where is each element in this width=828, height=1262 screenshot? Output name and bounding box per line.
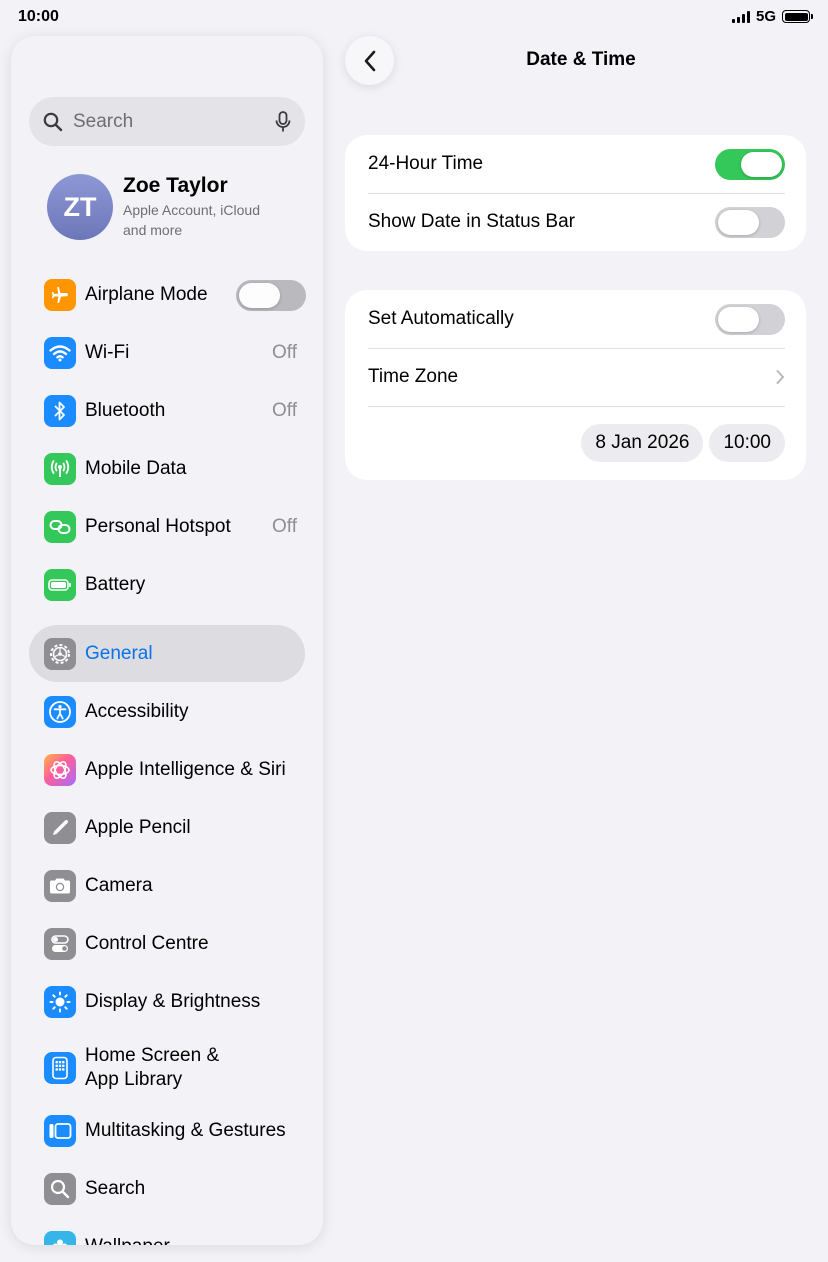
antenna-icon — [44, 453, 76, 485]
sidebar-item-label: Accessibility — [85, 701, 189, 722]
sidebar-item-apple-pencil[interactable]: Apple Pencil — [44, 803, 306, 853]
home-screen-icon — [44, 1052, 76, 1084]
avatar: ZT — [47, 174, 113, 240]
sidebar-item-label: Apple Intelligence & Siri — [85, 759, 286, 780]
search-placeholder: Search — [73, 110, 134, 132]
sidebar-item-multitasking-gestures[interactable]: Multitasking & Gestures — [44, 1106, 306, 1156]
sidebar-item-display-brightness[interactable]: Display & Brightness — [44, 977, 306, 1027]
gear-icon — [44, 638, 76, 670]
24-hour-time-toggle[interactable] — [715, 148, 785, 180]
sidebar-item-airplane-mode[interactable]: Airplane Mode — [44, 270, 306, 320]
settings-sidebar: Search ZT Zoe Taylor Apple Account, iClo… — [11, 36, 323, 1245]
row-label: Show Date in Status Bar — [368, 211, 575, 232]
battery-status-icon — [782, 10, 813, 23]
airplane-mode-toggle[interactable] — [236, 279, 306, 311]
row-label: Set Automatically — [368, 308, 514, 329]
sidebar-item-label: General — [85, 643, 153, 664]
sidebar-item-personal-hotspot[interactable]: Personal Hotspot Off — [44, 502, 306, 552]
hotspot-status-value: Off — [272, 516, 297, 537]
sidebar-item-label: Personal Hotspot — [85, 516, 231, 537]
row-show-date-status-bar: Show Date in Status Bar — [345, 193, 806, 251]
cellular-signal-icon — [731, 10, 750, 23]
toggles-icon — [44, 928, 76, 960]
sidebar-item-camera[interactable]: Camera — [44, 861, 306, 911]
battery-icon — [44, 569, 76, 601]
sidebar-item-label: Wallpaper — [85, 1235, 306, 1245]
accessibility-icon — [44, 696, 76, 728]
sidebar-item-label: Apple Pencil — [85, 817, 191, 838]
sun-icon — [44, 986, 76, 1018]
wifi-status-value: Off — [272, 342, 297, 363]
sidebar-item-label: Search — [85, 1178, 146, 1199]
sidebar-item-label: Mobile Data — [85, 458, 187, 479]
row-set-automatically: Set Automatically — [345, 290, 806, 348]
search-icon — [44, 1173, 76, 1205]
time-format-group: 24-Hour Time Show Date in Status Bar — [345, 135, 806, 251]
row-date-time-pickers: 8 Jan 2026 10:00 — [345, 406, 806, 480]
sidebar-item-label: Battery — [85, 574, 146, 595]
show-date-status-bar-toggle[interactable] — [715, 206, 785, 238]
bluetooth-status-value: Off — [272, 400, 297, 421]
time-picker-button[interactable]: 10:00 — [709, 424, 785, 462]
sidebar-item-label-line2: App Library — [85, 1069, 183, 1090]
camera-icon — [44, 870, 76, 902]
sidebar-item-wifi[interactable]: Wi-Fi Off — [44, 328, 306, 378]
set-automatically-toggle[interactable] — [715, 303, 785, 335]
sidebar-item-apple-intelligence-siri[interactable]: Apple Intelligence & Siri — [44, 745, 306, 795]
bluetooth-icon — [44, 395, 76, 427]
row-label: Time Zone — [368, 366, 459, 387]
sidebar-item-label: Airplane Mode — [85, 284, 208, 305]
wifi-icon — [44, 337, 76, 369]
sidebar-item-mobile-data[interactable]: Mobile Data — [44, 444, 306, 494]
sidebar-item-accessibility[interactable]: Accessibility — [44, 687, 306, 737]
sidebar-item-label: Display & Brightness — [85, 991, 261, 1012]
magnifier-icon — [43, 112, 63, 131]
account-profile[interactable]: ZT Zoe Taylor Apple Account, iCloud and … — [47, 174, 283, 240]
row-label: 24-Hour Time — [368, 153, 484, 174]
wallpaper-icon — [44, 1231, 76, 1245]
status-time: 10:00 — [18, 8, 59, 25]
row-time-zone[interactable]: Time Zone — [345, 348, 806, 406]
sidebar-item-label: Home Screen & App Library — [85, 1044, 306, 1092]
sidebar-item-label: Camera — [85, 875, 153, 896]
sidebar-item-label: Control Centre — [85, 933, 209, 954]
sidebar-item-search[interactable]: Search — [44, 1164, 306, 1214]
search-field[interactable]: Search — [29, 97, 305, 146]
sidebar-item-control-centre[interactable]: Control Centre — [44, 919, 306, 969]
sidebar-item-home-screen[interactable]: Home Screen & App Library — [44, 1041, 306, 1095]
chevron-right-icon — [776, 370, 784, 384]
pencil-icon — [44, 812, 76, 844]
page-title: Date & Time — [526, 49, 636, 70]
profile-name: Zoe Taylor — [123, 174, 228, 197]
sidebar-item-label: Wi-Fi — [85, 342, 130, 363]
hotspot-icon — [44, 511, 76, 543]
siri-icon — [44, 754, 76, 786]
profile-subtitle: Apple Account, iCloud and more — [123, 202, 260, 238]
row-24-hour-time: 24-Hour Time — [345, 135, 806, 193]
sidebar-item-general[interactable]: General — [44, 629, 306, 679]
microphone-icon[interactable] — [275, 110, 291, 133]
sidebar-item-label: Multitasking & Gestures — [85, 1120, 286, 1141]
date-time-group: Set Automatically Time Zone 8 Jan 2026 1… — [345, 290, 806, 480]
airplane-icon — [44, 279, 76, 311]
date-picker-button[interactable]: 8 Jan 2026 — [581, 424, 704, 462]
sidebar-item-label-line1: Home Screen & — [85, 1045, 220, 1066]
multitasking-icon — [44, 1115, 76, 1147]
sidebar-item-battery[interactable]: Battery — [44, 560, 306, 610]
sidebar-item-wallpaper[interactable]: Wallpaper — [44, 1222, 306, 1245]
sidebar-item-label: Bluetooth — [85, 400, 166, 421]
network-type: 5G — [755, 8, 776, 25]
status-indicators: 5G — [731, 8, 813, 25]
sidebar-item-bluetooth[interactable]: Bluetooth Off — [44, 386, 306, 436]
